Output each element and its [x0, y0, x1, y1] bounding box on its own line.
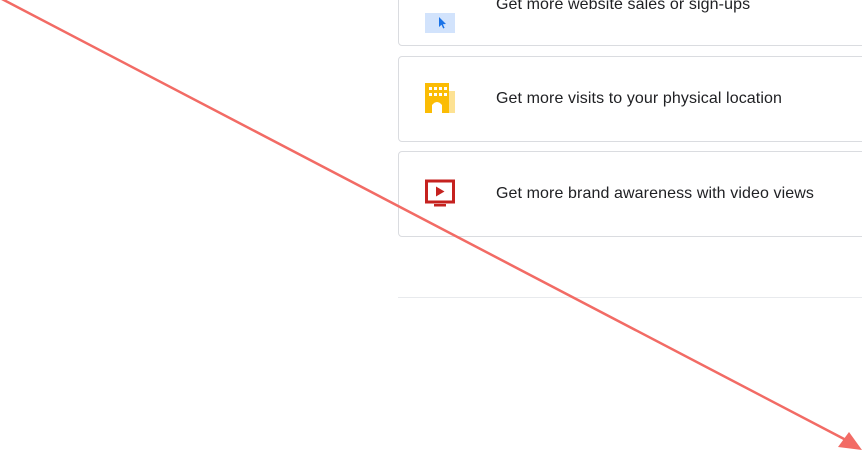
video-play-icon	[425, 179, 455, 207]
goal-label-website-sales: Get more website sales or sign-ups	[496, 0, 751, 13]
goal-card-physical-location[interactable]: Get more visits to your physical locatio…	[398, 56, 862, 142]
goal-label-video-views: Get more brand awareness with video view…	[496, 185, 815, 202]
section-divider	[398, 297, 862, 298]
storefront-icon	[425, 83, 455, 113]
goal-card-video-views[interactable]: Get more brand awareness with video view…	[398, 151, 862, 237]
goal-selection-panel: Get more website sales or sign-ups Get m…	[0, 0, 862, 453]
goal-label-physical-location: Get more visits to your physical locatio…	[496, 90, 782, 107]
goal-card-website-sales[interactable]: Get more website sales or sign-ups	[398, 0, 862, 46]
cursor-click-icon	[425, 13, 455, 33]
